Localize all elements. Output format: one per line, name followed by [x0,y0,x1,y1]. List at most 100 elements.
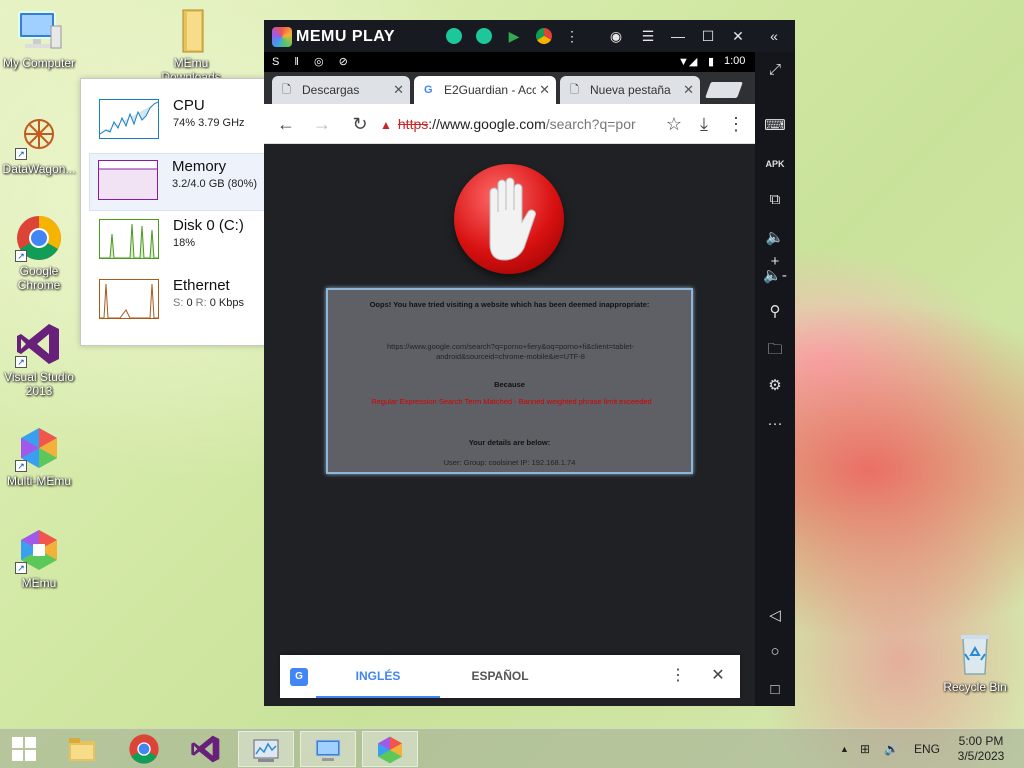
remote-desktop-icon [315,739,341,761]
menu-icon[interactable]: ☰ [638,26,658,46]
taskbar-visual-studio[interactable] [178,731,234,767]
translate-more-icon[interactable]: ⋮ [668,665,688,687]
desktop-icon-label: Visual Studio 2013 [4,370,74,398]
datawagon-icon: ↗ [15,112,63,160]
desktop-icon-visual-studio[interactable]: ↗ Visual Studio 2013 [0,320,79,398]
lang-tab-ingles[interactable]: INGLÉS [316,655,440,698]
tm-ethernet-value: S: 0 R: 0 Kbps [173,297,244,309]
desktop-icon-datawagon[interactable]: ↗ DataWagon... [0,112,79,176]
taskbar: ▲ ⊞ 🔊 ENG 5:00 PM 3/5/2023 [0,728,1024,768]
volume-down-icon[interactable]: 🔈- [763,264,787,288]
keyboard-icon[interactable]: ⌨ [763,114,787,138]
android-recents-icon[interactable]: □ [763,678,787,702]
tab-descargas[interactable]: 🗋 Descargas ✕ [272,76,410,104]
apk-icon[interactable]: APK [763,152,787,176]
tab-nueva-pestana[interactable]: 🗋 Nueva pestaña ✕ [560,76,700,104]
tab-close-icon[interactable]: ✕ [683,82,694,98]
bookmark-star-icon[interactable]: ☆ [662,112,686,136]
tm-row-memory[interactable]: Memory 3.2/4.0 GB (80%) [89,153,267,211]
recycle-bin-icon [951,630,999,678]
task-manager-icon [253,739,279,762]
desktop-icon-memu-downloads[interactable]: MEmu Downloads [151,6,231,80]
tab-e2guardian[interactable]: G E2Guardian - Acc ✕ [414,76,556,104]
tray-language[interactable]: ENG [914,729,940,768]
chrome-app-icon[interactable] [534,26,554,46]
page-icon: 🗋 [570,84,579,96]
blocked-url: https://www.google.com/search?q=porno+fi… [386,342,635,361]
play-store-icon[interactable]: ▶ [504,26,524,46]
desktop-icon-recycle-bin[interactable]: Recycle Bin [935,630,1015,694]
desktop-icon-google-chrome[interactable]: ↗ Google Chrome [0,214,79,292]
forward-arrow-icon[interactable]: → [310,112,334,136]
taskbar-file-explorer[interactable] [54,731,110,767]
browser-toolbar: ← → ↻ ▲ https://www.google.com/search?q=p… [264,104,755,144]
tm-row-ethernet[interactable]: Ethernet S: 0 R: 0 Kbps [91,273,267,331]
url-bar[interactable]: ▲ https://www.google.com/search?q=por [380,110,662,138]
taskbar-task-manager[interactable] [238,731,294,767]
desktop-icon-memu[interactable]: ↗ MEmu [0,526,79,590]
disk-graph [99,219,159,259]
tab-close-icon[interactable]: ✕ [393,82,404,98]
tm-disk-value: 18% [173,237,196,249]
taskbar-remote-desktop[interactable] [300,731,356,767]
shortcut-arrow-icon: ↗ [15,356,27,368]
tm-row-cpu[interactable]: CPU 74% 3.79 GHz [91,93,267,151]
tm-disk-name: Disk 0 (C:) [173,217,244,234]
collapse-sidebar-icon[interactable]: « [764,26,784,46]
shortcut-arrow-icon: ↗ [15,460,27,472]
android-home-icon[interactable]: ○ [763,640,787,664]
android-screen: S ‖ ◎ ⊘ ▼◢ ▮ 1:00 🗋 Descargas ✕ G E2Guar… [264,52,755,706]
more-vert-icon[interactable]: ⋮ [562,26,582,46]
android-back-icon[interactable]: ◁ [763,604,787,628]
start-button[interactable] [0,731,48,767]
translate-close-icon[interactable]: ✕ [708,665,728,687]
browser-menu-icon[interactable]: ⋮ [724,112,748,136]
taskbar-chrome[interactable] [116,731,172,767]
not-secure-warning-icon: ▲ [380,118,392,132]
tab-label: Nueva pestaña [590,83,671,97]
tm-row-disk[interactable]: Disk 0 (C:) 18% [91,213,267,271]
lang-tab-espanol[interactable]: ESPAÑOL [440,655,560,698]
stop-hand-icon [454,164,564,274]
fullscreen-icon[interactable]: ⤢ [763,58,787,82]
multi-window-icon[interactable]: ⧉ [763,188,787,212]
new-tab-button[interactable] [705,82,743,98]
download-icon[interactable]: ⤓ [692,112,716,136]
tray-time: 5:00 PM [958,734,1004,748]
location-icon[interactable]: ⚲ [763,300,787,324]
close-icon[interactable]: ✕ [728,26,748,46]
folder-icon[interactable]: 🗀 [763,338,787,362]
memu-icon [378,736,402,764]
taskbar-memu[interactable] [362,731,418,767]
desktop-icon-label: Google Chrome [17,264,61,292]
memu-titlebar: MEMU PLAY ▶ ⋮ ◉ ☰ — ☐ ✕ « [264,20,795,52]
user-details: User: Group: coolsinet IP: 192.168.1.74 [443,458,576,467]
tm-cpu-name: CPU [173,97,205,114]
desktop-icon-multi-memu[interactable]: ↗ Multi-MEmu [0,424,79,488]
app-icon-green-1[interactable] [444,26,464,46]
volume-icon[interactable]: 🔊 [884,729,899,768]
desktop-icon-label: My Computer [2,56,76,70]
google-translate-icon: G [290,668,308,686]
back-arrow-icon[interactable]: ← [274,112,298,136]
task-manager-panel: CPU 74% 3.79 GHz Memory 3.2/4.0 GB (80%)… [80,78,267,346]
app-icon-green-2[interactable] [474,26,494,46]
volume-up-icon[interactable]: 🔈+ [763,226,787,270]
tray-clock[interactable]: 5:00 PM 3/5/2023 [952,729,1010,768]
minimize-icon[interactable]: — [668,26,688,46]
more-horiz-icon[interactable]: ··· [763,412,787,436]
network-icon[interactable]: ⊞ [860,729,870,768]
show-hidden-icons[interactable]: ▲ [840,729,849,768]
reload-icon[interactable]: ↻ [348,112,372,136]
settings-gear-icon[interactable]: ⚙ [763,374,787,398]
shortcut-arrow-icon: ↗ [15,148,27,160]
translate-bar: G INGLÉS ESPAÑOL ⋮ ✕ [280,655,740,698]
desktop-icon-my-computer[interactable]: My Computer [0,6,79,70]
status-time: 1:00 [724,55,746,67]
chrome-icon: ↗ [15,214,63,262]
ethernet-graph [99,279,159,319]
maximize-icon[interactable]: ☐ [698,26,718,46]
computer-icon [15,6,63,54]
tab-close-icon[interactable]: ✕ [536,82,550,98]
account-icon[interactable]: ◉ [606,26,626,46]
